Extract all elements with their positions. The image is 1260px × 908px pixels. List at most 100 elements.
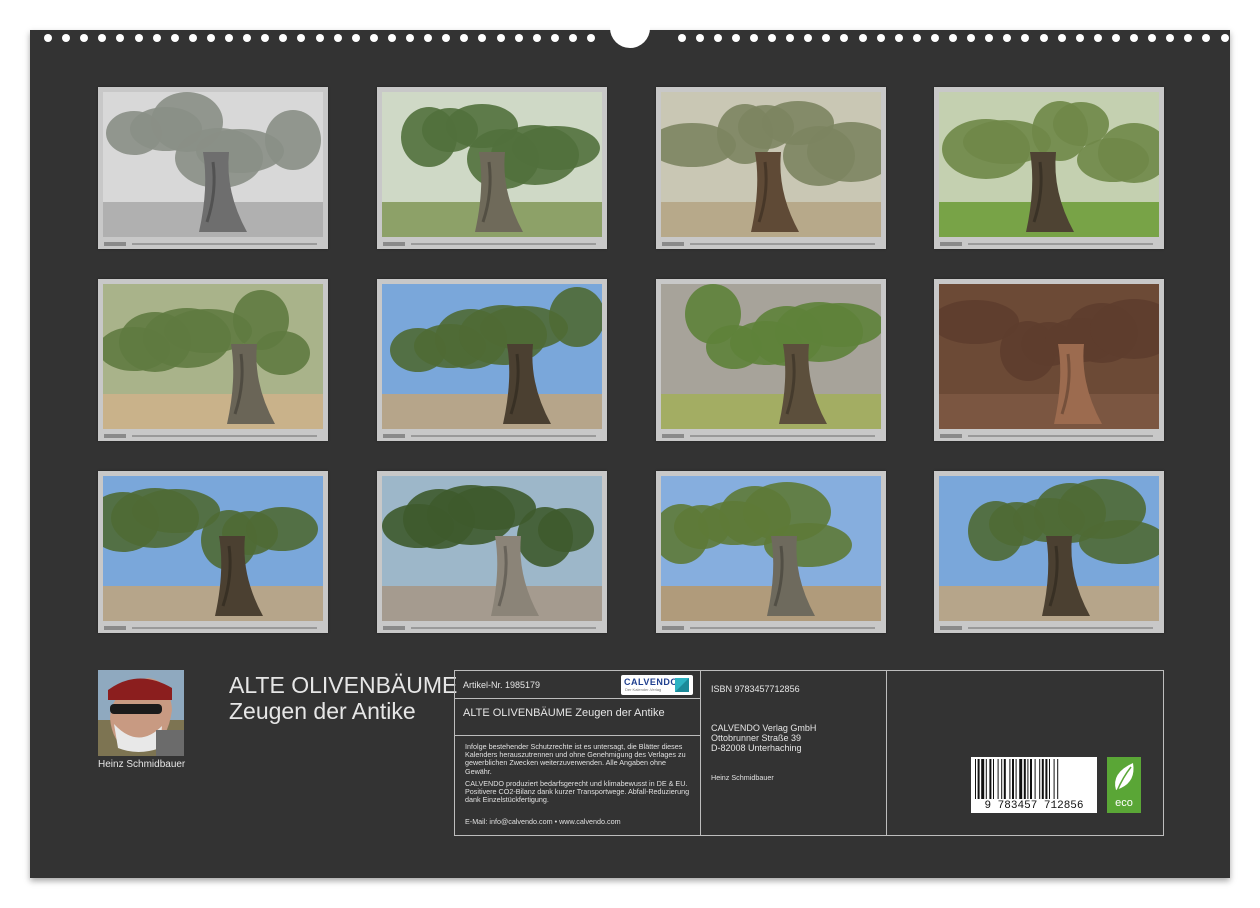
article-number: Artikel-Nr. 1985179 [463,680,541,690]
binding-hole [1039,34,1048,42]
month-thumbnail [934,279,1164,441]
binding-hole [749,34,758,42]
month-thumbnail [98,279,328,441]
olive-tree-photo [661,476,881,621]
calendar-title: ALTE OLIVENBÄUME [229,672,458,698]
binding-hole [1057,34,1066,42]
binding-hole [261,34,270,42]
isbn: ISBN 9783457712856 [711,684,800,694]
binding-hole [369,34,378,42]
binding-hole [478,34,487,42]
binding-hole [804,34,813,42]
thumbnail-caption-line [940,241,1158,247]
thumbnail-caption-line [662,433,880,439]
olive-tree-photo [939,476,1159,621]
olive-tree-photo [103,92,323,237]
binding-hole [967,34,976,42]
binding-hole [822,34,831,42]
month-thumbnail [377,279,607,441]
month-thumbnail [934,87,1164,249]
thumbnail-caption-line [940,625,1158,631]
binding-hole [424,34,433,42]
binding-hole [912,34,921,42]
binding-hole [876,34,885,42]
binding-hole [351,34,360,42]
thumbnail-caption-line [104,241,322,247]
olive-tree-photo [103,476,323,621]
olive-tree-photo [661,92,881,237]
binding-hole [333,34,342,42]
binding-hole [858,34,867,42]
binding-hole [1093,34,1102,42]
binding-hole [587,34,595,42]
isbn-barcode: 9 783457 712856 [971,757,1097,813]
binding-hole [496,34,505,42]
binding-hole [731,34,740,42]
publisher-street: Ottobrunner Straße 39 [711,733,802,743]
month-thumbnail [377,87,607,249]
calvendo-logo-text: CALVENDO [624,677,678,687]
binding-hole [1130,34,1138,42]
thumbnail-caption-line [104,625,322,631]
binding-hole [949,34,957,42]
binding-hole [677,34,686,42]
olive-tree-photo [103,284,323,429]
binding-hole [514,34,523,42]
binding-hole [170,34,179,42]
publisher-author: Heinz Schmidbauer [711,773,774,782]
month-thumbnail [377,471,607,633]
month-thumbnail [98,471,328,633]
binding-hole [713,34,722,42]
binding-hole [315,34,324,42]
binding-hole [243,34,252,42]
publisher-city: D-82008 Unterhaching [711,743,802,753]
binding-hole [1202,34,1211,42]
binding-hole [985,34,994,42]
info-column-middle: ISBN 9783457712856 CALVENDO Verlag GmbH … [701,671,887,835]
binding-hole [1148,34,1157,42]
month-thumbnail [656,471,886,633]
binding-hole [1075,34,1084,42]
binding-hole [225,34,233,42]
binding-hole [206,34,215,42]
binding-hole [532,34,541,42]
contact-line: E-Mail: info@calvendo.com • www.calvendo… [465,817,621,826]
eco-label: eco [1115,797,1133,809]
product-title-row: ALTE OLIVENBÄUME Zeugen der Antike [455,699,700,736]
calendar-hanger-hole [610,8,650,48]
author-name: Heinz Schmidbauer [98,759,186,770]
binding-hole [98,34,107,42]
binding-hole [442,34,451,42]
binding-hole [768,34,776,42]
product-title: ALTE OLIVENBÄUME Zeugen der Antike [463,707,665,719]
olive-tree-photo [382,92,602,237]
thumbnail-caption-line [662,241,880,247]
leaf-icon [1115,763,1134,792]
thumbnail-caption-line [940,433,1158,439]
thumbnail-caption-line [662,625,880,631]
month-thumbnail [934,471,1164,633]
binding-hole [1021,34,1030,42]
binding-hole [134,34,143,42]
month-thumbnail [98,87,328,249]
binding-hole [1166,34,1175,42]
binding-hole [786,34,795,42]
binding-hole [44,34,52,42]
publisher-name: CALVENDO Verlag GmbH [711,723,817,733]
binding-hole [297,34,306,42]
binding-hole [116,34,125,42]
author-photo [98,670,184,756]
olive-tree-photo [382,476,602,621]
product-info-box: Artikel-Nr. 1985179 CALVENDO Der Kalende… [454,670,1164,836]
binding-hole [568,34,577,42]
info-column-right: 9 783457 712856 eco [887,671,1163,835]
binding-hole [930,34,939,42]
olive-tree-photo [939,284,1159,429]
binding-hole [894,34,903,42]
info-column-left: Artikel-Nr. 1985179 CALVENDO Der Kalende… [455,671,701,835]
binding-hole [695,34,704,42]
month-thumbnail [656,279,886,441]
olive-tree-photo [661,284,881,429]
thumbnail-caption-line [383,625,601,631]
olive-tree-photo [382,284,602,429]
